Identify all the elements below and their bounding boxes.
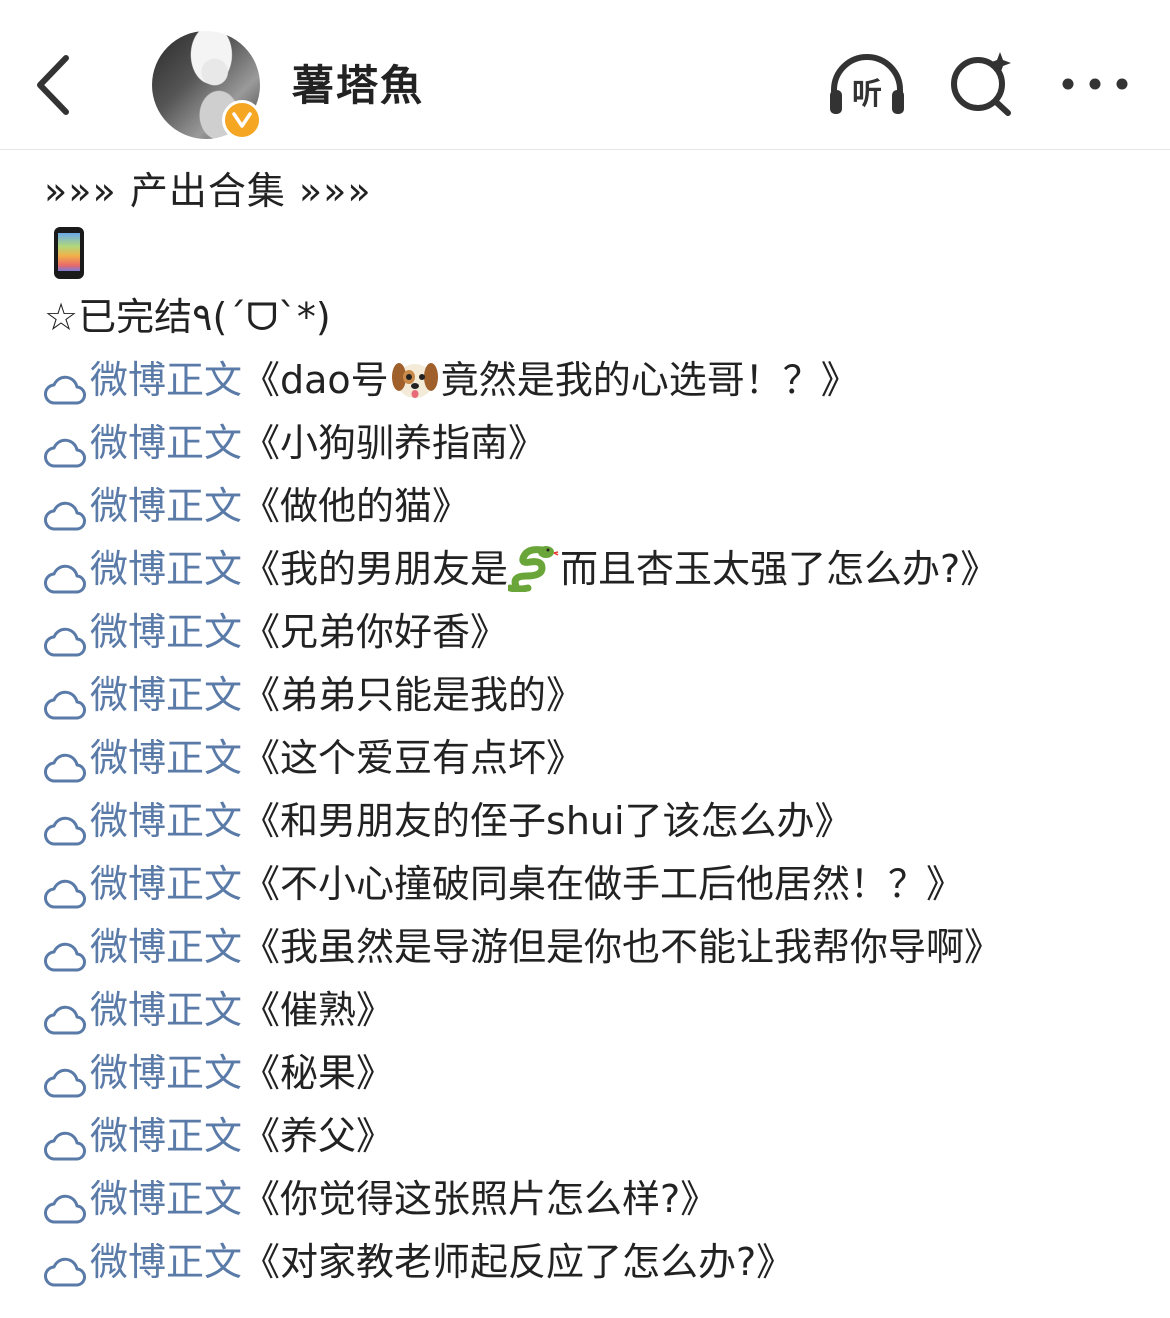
post-link-row[interactable]: 微博正文《兄弟你好香》 bbox=[44, 601, 1150, 664]
post-link-row[interactable]: 微博正文《和男朋友的侄子shui了该怎么办》 bbox=[44, 790, 1150, 853]
post-title-continued: 竟然是我的心选哥！？》 bbox=[440, 358, 859, 402]
cloud-link-icon bbox=[44, 867, 86, 908]
more-dots-icon bbox=[1062, 78, 1128, 90]
post-title: 《对家教老师起反应了怎么办?》 bbox=[242, 1240, 795, 1284]
post-title: 《我虽然是导游但是你也不能让我帮你导啊》 bbox=[242, 925, 1003, 969]
cloud-link-icon bbox=[44, 993, 86, 1034]
post-title: 《做他的猫》 bbox=[242, 484, 471, 528]
dog-face-icon bbox=[389, 355, 441, 403]
svg-text:听: 听 bbox=[852, 77, 882, 112]
post-link-label[interactable]: 微博正文 bbox=[90, 358, 242, 402]
post-link-row[interactable]: 微博正文《秘果》 bbox=[44, 1042, 1150, 1105]
post-link-row[interactable]: 微博正文《弟弟只能是我的》 bbox=[44, 664, 1150, 727]
post-link-row[interactable]: 微博正文《做他的猫》 bbox=[44, 475, 1150, 538]
post-link-label[interactable]: 微博正文 bbox=[90, 1240, 242, 1284]
cloud-link-icon bbox=[44, 1119, 86, 1160]
post-link-label[interactable]: 微博正文 bbox=[90, 862, 242, 906]
search-button[interactable] bbox=[948, 50, 1014, 116]
post-title: 《不小心撞破同桌在做手工后他居然！？》 bbox=[242, 862, 965, 906]
post-title: 《养父》 bbox=[242, 1114, 395, 1158]
post-link-label[interactable]: 微博正文 bbox=[90, 1114, 242, 1158]
post-link-label[interactable]: 微博正文 bbox=[90, 610, 242, 654]
search-sparkle-icon bbox=[951, 52, 1011, 116]
more-button[interactable] bbox=[1060, 72, 1130, 96]
cloud-link-icon bbox=[44, 1245, 86, 1286]
snake-icon bbox=[506, 544, 560, 592]
chevron-left-icon bbox=[37, 55, 69, 115]
post-link-label[interactable]: 微博正文 bbox=[90, 925, 242, 969]
post-link-label[interactable]: 微博正文 bbox=[90, 1051, 242, 1095]
post-link-label[interactable]: 微博正文 bbox=[90, 673, 242, 717]
post-link-row[interactable]: 微博正文《养父》 bbox=[44, 1105, 1150, 1168]
headphones-icon: 听 bbox=[830, 54, 904, 114]
post-link-row[interactable]: 微博正文《我虽然是导游但是你也不能让我帮你导啊》 bbox=[44, 916, 1150, 979]
cloud-link-icon bbox=[44, 1182, 86, 1223]
post-list: 微博正文《dao号 竟然是我的心选哥！？》 微博正文《小狗驯养指南》 微博正文《做他的… bbox=[44, 349, 1150, 1294]
cloud-link-icon bbox=[44, 741, 86, 782]
cloud-link-icon bbox=[44, 426, 86, 467]
cloud-link-icon bbox=[44, 489, 86, 530]
post-link-label[interactable]: 微博正文 bbox=[90, 799, 242, 843]
post-link-label[interactable]: 微博正文 bbox=[90, 736, 242, 780]
post-link-row[interactable]: 微博正文《dao号 竟然是我的心选哥！？》 bbox=[44, 349, 1150, 412]
phone-emoji-line bbox=[44, 223, 1150, 286]
post-link-row[interactable]: 微博正文《催熟》 bbox=[44, 979, 1150, 1042]
cloud-link-icon bbox=[44, 678, 86, 719]
listen-button[interactable]: 听 bbox=[826, 52, 908, 118]
status-line: ☆已完结٩(ˊᗜˋ*) bbox=[44, 295, 331, 339]
post-link-row[interactable]: 微博正文《你觉得这张照片怎么样?》 bbox=[44, 1168, 1150, 1231]
post-link-label[interactable]: 微博正文 bbox=[90, 988, 242, 1032]
cloud-link-icon bbox=[44, 552, 86, 593]
post-title: 《这个爱豆有点坏》 bbox=[242, 736, 585, 780]
post-title-continued: 而且杏玉太强了怎么办?》 bbox=[560, 547, 999, 591]
cloud-link-icon bbox=[44, 1056, 86, 1097]
post-title: 《催熟》 bbox=[242, 988, 395, 1032]
cloud-link-icon bbox=[44, 804, 86, 845]
username[interactable]: 薯塔魚 bbox=[292, 58, 424, 114]
back-button[interactable] bbox=[28, 50, 88, 120]
post-body: »»» 产出合集 »»» ☆已完结٩(ˊᗜˋ*) 微博正文《dao号 竟然是我的心… bbox=[44, 160, 1150, 1294]
verified-badge-icon bbox=[222, 100, 262, 140]
post-link-label[interactable]: 微博正文 bbox=[90, 547, 242, 591]
cloud-link-icon bbox=[44, 363, 86, 404]
post-link-row[interactable]: 微博正文《我的男朋友是 而且杏玉太强了怎么办?》 bbox=[44, 538, 1150, 601]
post-link-label[interactable]: 微博正文 bbox=[90, 1177, 242, 1221]
post-link-row[interactable]: 微博正文《不小心撞破同桌在做手工后他居然！？》 bbox=[44, 853, 1150, 916]
post-title: 《小狗驯养指南》 bbox=[242, 421, 547, 465]
post-title: 《我的男朋友是 bbox=[242, 547, 509, 591]
post-link-label[interactable]: 微博正文 bbox=[90, 421, 242, 465]
post-title: 《dao号 bbox=[242, 358, 389, 402]
section-title: »»» 产出合集 »»» bbox=[44, 169, 372, 213]
top-bar: 薯塔魚 听 bbox=[0, 0, 1170, 150]
post-title: 《秘果》 bbox=[242, 1051, 395, 1095]
post-link-row[interactable]: 微博正文《这个爱豆有点坏》 bbox=[44, 727, 1150, 790]
post-title: 《弟弟只能是我的》 bbox=[242, 673, 585, 717]
cloud-link-icon bbox=[44, 615, 86, 656]
post-title: 《兄弟你好香》 bbox=[242, 610, 509, 654]
post-title: 《和男朋友的侄子shui了该怎么办》 bbox=[242, 799, 853, 843]
post-link-row[interactable]: 微博正文《对家教老师起反应了怎么办?》 bbox=[44, 1231, 1150, 1294]
cloud-link-icon bbox=[44, 930, 86, 971]
post-link-label[interactable]: 微博正文 bbox=[90, 484, 242, 528]
post-title: 《你觉得这张照片怎么样?》 bbox=[242, 1177, 719, 1221]
post-link-row[interactable]: 微博正文《小狗驯养指南》 bbox=[44, 412, 1150, 475]
mobile-phone-icon bbox=[54, 227, 84, 279]
